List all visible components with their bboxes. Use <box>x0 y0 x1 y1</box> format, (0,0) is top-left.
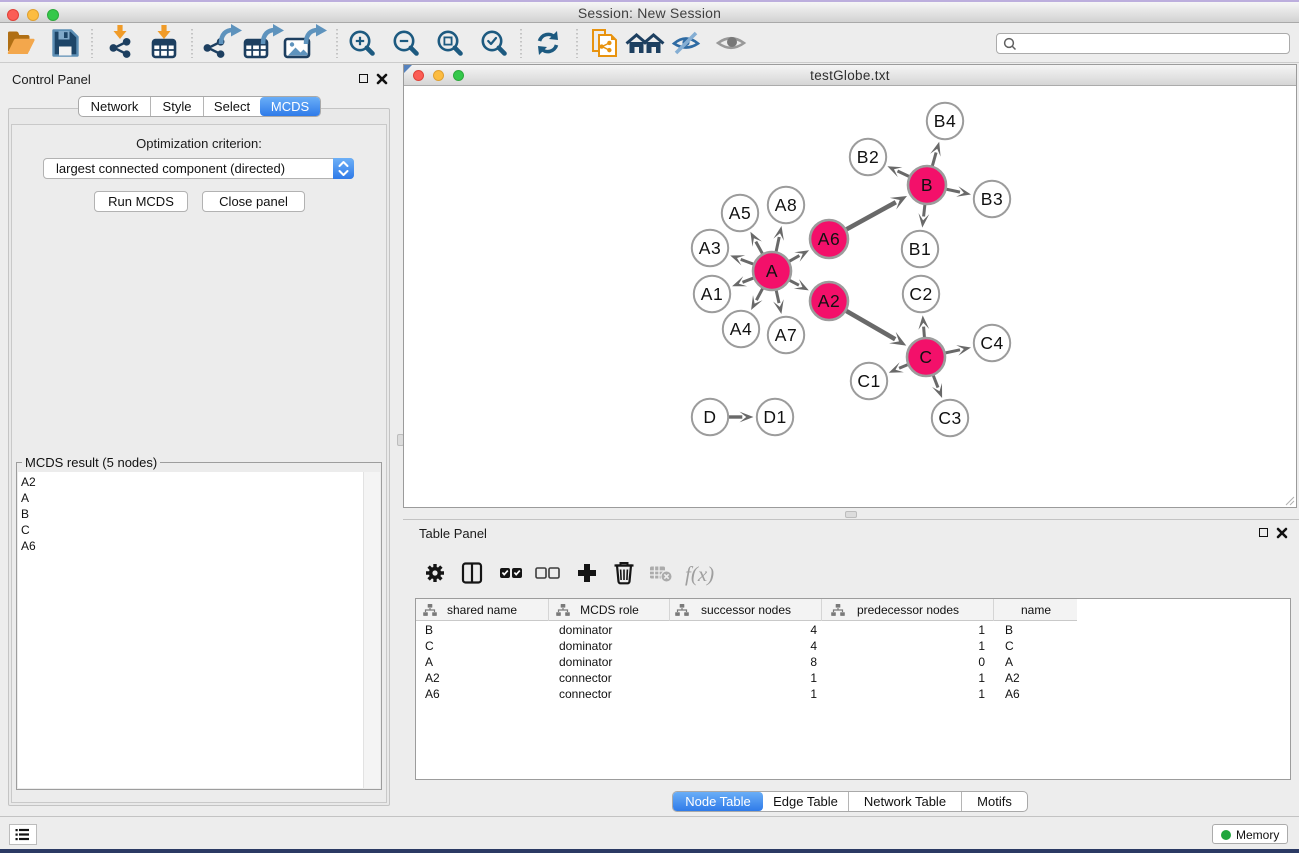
svg-text:C2: C2 <box>909 284 932 304</box>
svg-text:A5: A5 <box>729 203 751 223</box>
svg-text:C: C <box>919 347 932 367</box>
svg-text:B3: B3 <box>981 189 1003 209</box>
svg-text:D1: D1 <box>763 407 786 427</box>
svg-text:A3: A3 <box>699 238 721 258</box>
svg-text:A4: A4 <box>730 319 752 339</box>
svg-text:B1: B1 <box>909 239 931 259</box>
svg-text:A2: A2 <box>818 291 840 311</box>
svg-text:A8: A8 <box>775 195 797 215</box>
svg-text:A1: A1 <box>701 284 723 304</box>
svg-text:B2: B2 <box>857 147 879 167</box>
svg-text:C3: C3 <box>938 408 961 428</box>
svg-text:B: B <box>921 175 933 195</box>
svg-text:B4: B4 <box>934 111 956 131</box>
svg-text:f(x): f(x) <box>685 562 714 586</box>
svg-text:A7: A7 <box>775 325 797 345</box>
svg-text:A: A <box>766 261 778 281</box>
svg-text:D: D <box>703 407 716 427</box>
svg-text:A6: A6 <box>818 229 840 249</box>
svg-text:C4: C4 <box>980 333 1003 353</box>
svg-text:C1: C1 <box>857 371 880 391</box>
